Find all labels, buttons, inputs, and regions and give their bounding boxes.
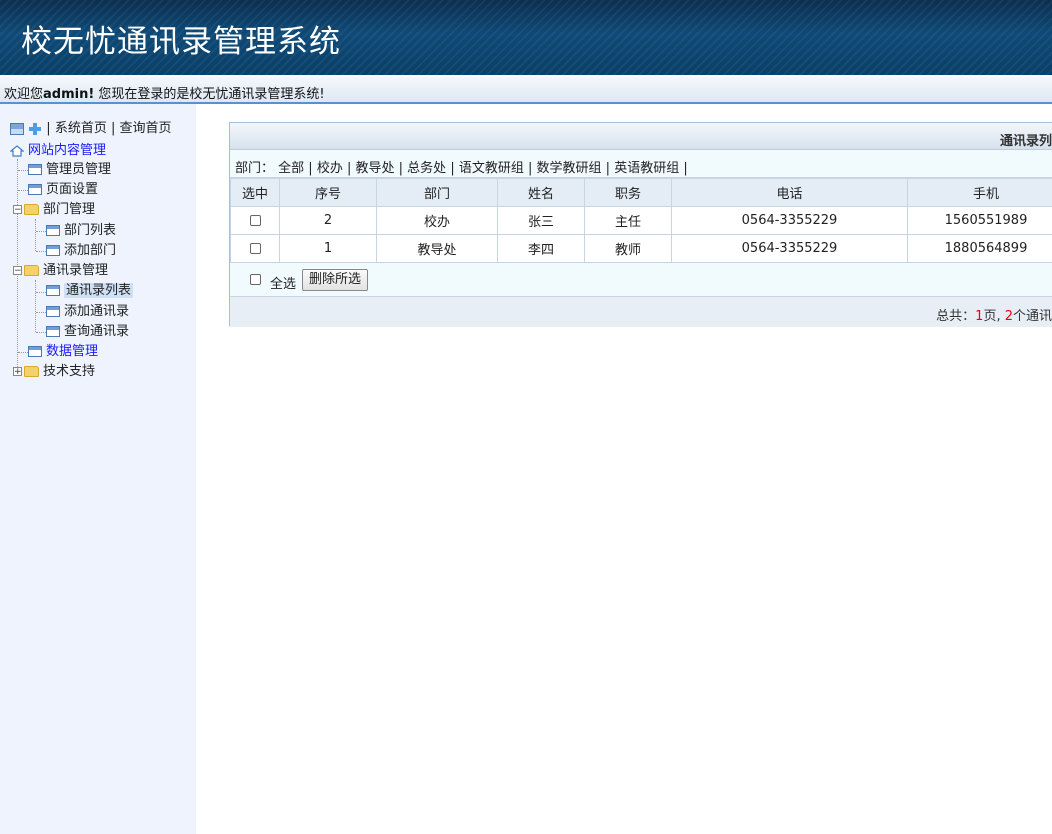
tree-line (36, 292, 46, 293)
tree-root-label: 网站内容管理 (28, 143, 107, 158)
sidebar-top-links: | 系统首页 | 查询首页 (10, 120, 172, 138)
delete-selected-button[interactable]: 删除所选 (302, 269, 369, 291)
tree-line (18, 352, 28, 353)
panel-title: 通讯录列 (999, 134, 1052, 149)
sidebar-item-page-settings[interactable]: 页面设置 (28, 181, 98, 199)
app-title: 校无忧通讯录管理系统 (21, 24, 341, 60)
cell-id: 2 (279, 206, 377, 235)
dept-link-math-group[interactable]: 数学教研组 (537, 161, 602, 176)
sidebar-item-contacts-list[interactable]: 通讯录列表 (46, 282, 134, 300)
col-name: 姓名 (497, 178, 585, 207)
page-icon (28, 346, 42, 357)
dept-link-english-group[interactable]: 英语教研组 (614, 161, 679, 176)
cell-phone: 0564-3355229 (671, 206, 908, 235)
username: admin! (43, 87, 95, 102)
panel-header: 通讯录列 (230, 123, 1052, 150)
dept-link-all[interactable]: 全部 (278, 161, 304, 176)
cell-name: 李四 (497, 234, 585, 263)
cell-id: 1 (279, 234, 377, 263)
pagination-footer: 总共：1页, 2个通讯 (230, 297, 1052, 327)
page-icon (46, 306, 60, 317)
tree-line (36, 251, 46, 252)
contacts-table: 选中 序号 部门 姓名 职务 电话 手机 2 校办 张三 主任 0564-335… (230, 178, 1052, 263)
tree-line (36, 231, 46, 232)
tree-line (18, 170, 28, 171)
table-header-row: 选中 序号 部门 姓名 职务 电话 手机 (230, 178, 1052, 207)
sidebar-item-data[interactable]: 数据管理 (28, 343, 98, 361)
department-filter: 部门： 全部 | 校办 | 教导处 | 总务处 | 语文教研组 | 数学教研组 … (230, 150, 1052, 178)
printer-icon[interactable] (10, 122, 24, 135)
dept-link-academic-office[interactable]: 教导处 (356, 161, 395, 176)
page-icon (46, 326, 60, 337)
col-select: 选中 (230, 178, 280, 207)
contacts-panel: 通讯录列 部门： 全部 | 校办 | 教导处 | 总务处 | 语文教研组 | 数… (229, 122, 1052, 327)
collapse-toggle-icon[interactable]: − (13, 205, 22, 215)
record-count: 2 (1004, 309, 1013, 324)
collapse-toggle-icon[interactable]: − (13, 266, 22, 276)
dept-link-general-affairs[interactable]: 总务处 (407, 161, 446, 176)
page-icon (28, 164, 42, 175)
dept-link-chinese-group[interactable]: 语文教研组 (459, 161, 524, 176)
col-dept: 部门 (376, 178, 498, 207)
select-all-label[interactable]: 全选 (270, 273, 296, 292)
cell-phone: 0564-3355229 (671, 234, 908, 263)
sidebar-item-admin[interactable]: 管理员管理 (28, 161, 111, 179)
sidebar-item-support[interactable]: + 技术支持 (13, 363, 95, 381)
welcome-bar: 欢迎您admin! 您现在登录的是校无忧通讯录管理系统! (0, 75, 1052, 104)
expand-toggle-icon[interactable]: + (13, 367, 22, 377)
cell-mobile: 1560551989 (907, 206, 1052, 235)
sidebar-item-dept[interactable]: − 部门管理 (13, 201, 95, 219)
table-row: 2 校办 张三 主任 0564-3355229 1560551989 (230, 206, 1052, 235)
tree-line (36, 332, 46, 333)
app-header: 校无忧通讯录管理系统 (0, 0, 1052, 75)
system-home-link[interactable]: 系统首页 (55, 121, 107, 136)
row-checkbox[interactable] (249, 215, 261, 226)
table-row: 1 教导处 李四 教师 0564-3355229 1880564899 (230, 234, 1052, 263)
sidebar-item-contacts-add[interactable]: 添加通讯录 (46, 303, 129, 321)
sidebar-item-contacts-query[interactable]: 查询通讯录 (46, 323, 129, 341)
cell-mobile: 1880564899 (907, 234, 1052, 263)
query-home-link[interactable]: 查询首页 (120, 121, 172, 136)
folder-open-icon (24, 265, 39, 276)
folder-icon (24, 366, 39, 377)
filter-label: 部门： (235, 161, 275, 176)
tree-line (35, 280, 36, 332)
sidebar: | 系统首页 | 查询首页 网站内容管理 管理员管理 页面设置 − 部门管理 部门… (0, 104, 196, 834)
add-icon[interactable] (28, 122, 42, 136)
select-all-checkbox[interactable] (250, 274, 261, 285)
sidebar-item-dept-list[interactable]: 部门列表 (46, 222, 116, 240)
welcome-text: 欢迎您admin! 您现在登录的是校无忧通讯录管理系统! (4, 87, 325, 102)
cell-position: 教师 (584, 234, 672, 263)
cell-dept: 校办 (376, 206, 498, 235)
page-icon (46, 245, 60, 256)
row-checkbox[interactable] (249, 243, 261, 254)
sidebar-item-dept-add[interactable]: 添加部门 (46, 242, 116, 260)
page-icon (28, 184, 42, 195)
pagination-summary: 总共：1页, 2个通讯 (936, 309, 1052, 324)
tree-line (36, 312, 46, 313)
col-mobile: 手机 (907, 178, 1052, 207)
col-phone: 电话 (671, 178, 908, 207)
sidebar-item-contacts[interactable]: − 通讯录管理 (13, 262, 108, 280)
col-position: 职务 (584, 178, 672, 207)
cell-position: 主任 (584, 206, 672, 235)
table-actions: 全选 删除所选 (230, 263, 1052, 297)
folder-open-icon (24, 204, 39, 215)
tree-line (35, 219, 36, 251)
tree-root[interactable]: 网站内容管理 (9, 142, 107, 160)
tree-line (18, 190, 28, 191)
col-id: 序号 (279, 178, 377, 207)
dept-link-principal-office[interactable]: 校办 (317, 161, 343, 176)
page-icon (46, 285, 60, 296)
cell-dept: 教导处 (376, 234, 498, 263)
home-icon (9, 144, 25, 157)
page-icon (46, 225, 60, 236)
cell-name: 张三 (497, 206, 585, 235)
